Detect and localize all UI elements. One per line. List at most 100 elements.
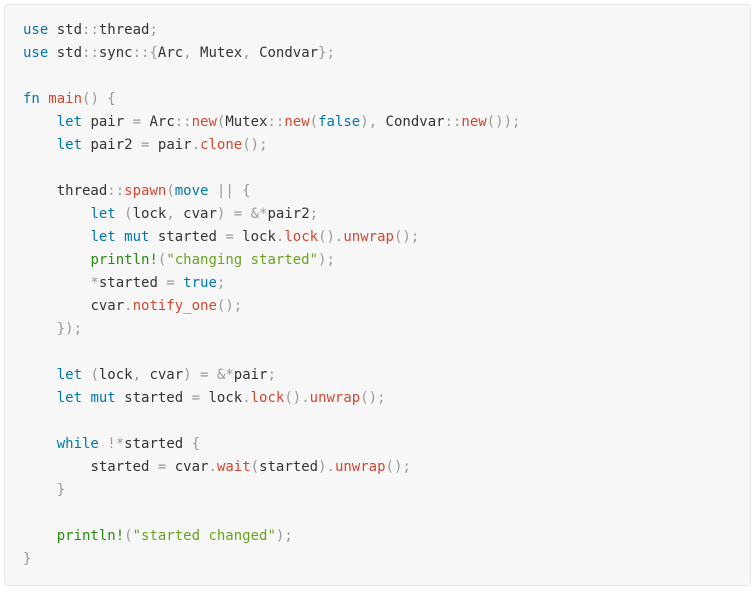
brace: } [57, 482, 65, 498]
mod-thread: thread [57, 183, 108, 199]
semi: ; [234, 298, 242, 314]
bars: || { [208, 183, 250, 199]
paren: ( [310, 114, 318, 130]
sep: :: [268, 114, 285, 130]
macro-println: println! [57, 528, 124, 544]
paren: ) [217, 206, 234, 222]
var-lock: lock [133, 206, 167, 222]
semi: ; [217, 275, 225, 291]
sep: :: [107, 183, 124, 199]
kw-move: move [175, 183, 209, 199]
kw-let: let [57, 114, 82, 130]
comma: , [133, 367, 150, 383]
paren: ( [166, 183, 174, 199]
paren: ( [124, 528, 132, 544]
kw-use: use [23, 45, 48, 61]
dot: . [208, 459, 216, 475]
path: std [48, 45, 82, 61]
var-cvar: cvar [90, 298, 124, 314]
fn-clone: clone [200, 137, 242, 153]
semi: ; [149, 22, 157, 38]
fn-new: new [284, 114, 309, 130]
sep: :: [175, 114, 192, 130]
kw-fn: fn [23, 91, 40, 107]
paren: () [394, 229, 411, 245]
sep: :: [82, 45, 99, 61]
bool-false: false [318, 114, 360, 130]
var-started: started [149, 229, 225, 245]
fn-lock: lock [251, 390, 285, 406]
var-pair: pair [82, 114, 133, 130]
var-cvar: cvar [149, 367, 183, 383]
dot: . [327, 459, 335, 475]
paren: () [217, 298, 234, 314]
sep: :: [445, 114, 462, 130]
dot: . [242, 390, 250, 406]
path: std [48, 22, 82, 38]
str-lit: "changing started" [166, 252, 318, 268]
brace: { [192, 436, 200, 452]
var-lock: lock [234, 229, 276, 245]
comma: , [242, 45, 259, 61]
arg-started: started [259, 459, 318, 475]
kw-let: let [57, 367, 82, 383]
type-mutex: Mutex [200, 45, 242, 61]
var-lock: lock [99, 367, 133, 383]
fn-unwrap: unwrap [335, 459, 386, 475]
mod-thread: thread [99, 22, 150, 38]
fn-new: new [461, 114, 486, 130]
semi: ; [402, 459, 410, 475]
semi: ; [267, 367, 275, 383]
semi: ; [411, 229, 419, 245]
semi: ; [377, 390, 385, 406]
paren: ) [183, 367, 200, 383]
var-cvar: cvar [166, 459, 208, 475]
fn-wait: wait [217, 459, 251, 475]
var-pair: pair [149, 137, 191, 153]
macro-println: println! [90, 252, 157, 268]
comma: , [183, 45, 200, 61]
fn-new: new [192, 114, 217, 130]
kw-let: let [57, 137, 82, 153]
brace: } [318, 45, 326, 61]
star: * [90, 275, 98, 291]
brace: }) [57, 321, 74, 337]
str-lit: "started changed" [133, 528, 276, 544]
brace: } [23, 551, 31, 567]
fn-unwrap: unwrap [343, 229, 394, 245]
paren: () [242, 137, 259, 153]
dot: . [301, 390, 309, 406]
paren: () [318, 229, 335, 245]
type-mutex: Mutex [225, 114, 267, 130]
type-arc: Arc [158, 45, 183, 61]
type-condvar: Condvar [386, 114, 445, 130]
kw-use: use [23, 22, 48, 38]
brace: { [99, 91, 116, 107]
semi: ; [327, 45, 335, 61]
eq: = [192, 390, 200, 406]
amp: &* [208, 367, 233, 383]
semi: ; [259, 137, 267, 153]
var-started: started [90, 459, 157, 475]
brace: { [149, 45, 157, 61]
eq: = [225, 229, 233, 245]
kw-while: while [57, 436, 99, 452]
eq: = [133, 114, 141, 130]
semi: ; [512, 114, 520, 130]
code-block: use std::thread; use std::sync::{Arc, Mu… [4, 4, 751, 586]
semi: ; [310, 206, 318, 222]
semi: ; [284, 528, 292, 544]
paren: () [360, 390, 377, 406]
type-condvar: Condvar [259, 45, 318, 61]
var-started: started [99, 275, 166, 291]
var-started: started [124, 436, 191, 452]
not: !* [99, 436, 124, 452]
mod-sync: sync [99, 45, 133, 61]
eq: = [234, 206, 242, 222]
fn-main: main [40, 91, 82, 107]
bool-true: true [175, 275, 217, 291]
paren: ( [251, 459, 259, 475]
paren: ) [360, 114, 368, 130]
fn-lock: lock [284, 229, 318, 245]
comma: , [166, 206, 183, 222]
